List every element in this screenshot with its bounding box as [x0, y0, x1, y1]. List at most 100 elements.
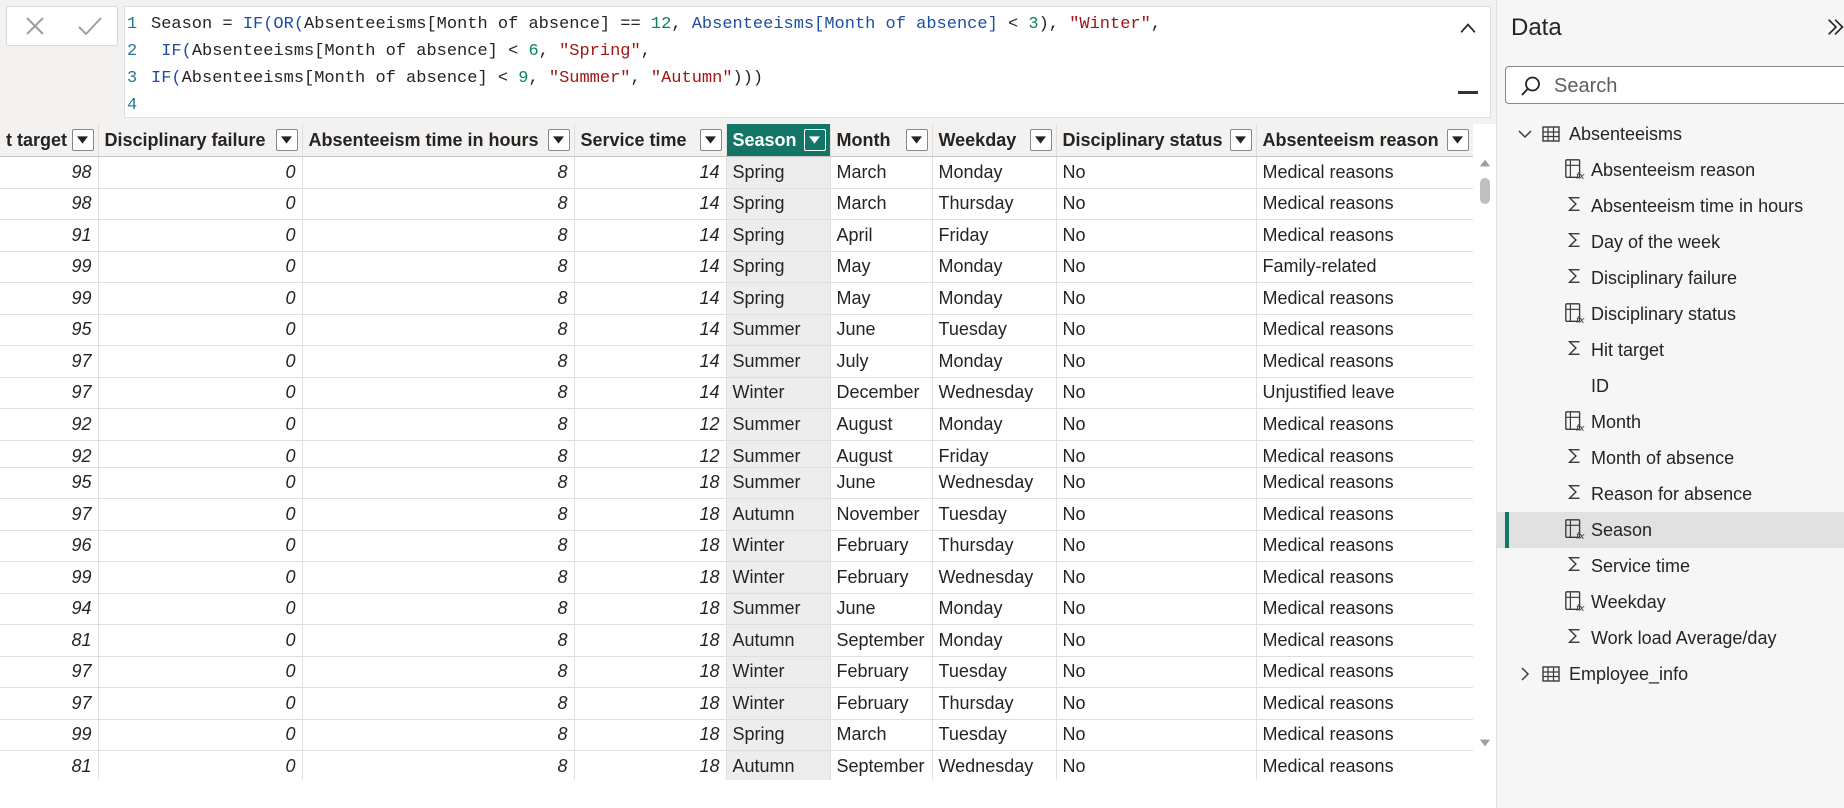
table-cell[interactable]: Tuesday	[932, 314, 1057, 346]
table-cell[interactable]: 14	[574, 251, 727, 283]
table-cell[interactable]: Winter	[726, 687, 831, 720]
table-cell[interactable]: 99	[0, 282, 99, 315]
table-cell[interactable]: 18	[574, 593, 727, 625]
table-cell[interactable]: 8	[302, 314, 575, 346]
table-cell[interactable]: Autumn	[726, 498, 831, 531]
table-cell[interactable]: Winter	[726, 656, 831, 688]
table-cell[interactable]: 0	[98, 251, 303, 283]
table-cell[interactable]: March	[830, 156, 933, 189]
table-node[interactable]: Employee_info	[1497, 656, 1844, 692]
table-cell[interactable]: May	[830, 282, 933, 315]
formula-line[interactable]: 4	[125, 92, 1161, 119]
table-cell[interactable]: 81	[0, 750, 99, 780]
table-cell[interactable]: Thursday	[932, 530, 1057, 562]
table-cell[interactable]: Medical reasons	[1256, 314, 1473, 346]
table-cell[interactable]: Medical reasons	[1256, 440, 1473, 468]
table-cell[interactable]: 18	[574, 498, 727, 531]
table-cell[interactable]: Summer	[726, 467, 831, 499]
table-cell[interactable]: 99	[0, 251, 99, 283]
vertical-scrollbar[interactable]	[1478, 156, 1492, 750]
table-cell[interactable]: Medical reasons	[1256, 750, 1473, 780]
table-cell[interactable]: Monday	[932, 282, 1057, 315]
table-cell[interactable]: 8	[302, 498, 575, 531]
collapse-pane-button[interactable]	[1825, 16, 1844, 40]
table-cell[interactable]: 8	[302, 282, 575, 315]
table-cell[interactable]: 95	[0, 314, 99, 346]
table-cell[interactable]: 91	[0, 219, 99, 252]
table-cell[interactable]: No	[1056, 750, 1257, 780]
table-cell[interactable]: 0	[98, 377, 303, 409]
column-filter-button[interactable]	[1229, 129, 1252, 151]
table-cell[interactable]: No	[1056, 377, 1257, 409]
table-cell[interactable]: 0	[98, 467, 303, 499]
table-cell[interactable]: Medical reasons	[1256, 561, 1473, 594]
column-filter-button[interactable]	[275, 129, 298, 151]
table-cell[interactable]: 8	[302, 561, 575, 594]
table-cell[interactable]: 8	[302, 188, 575, 220]
table-cell[interactable]: 8	[302, 408, 575, 441]
table-cell[interactable]: 8	[302, 530, 575, 562]
table-cell[interactable]: No	[1056, 530, 1257, 562]
table-cell[interactable]: 18	[574, 656, 727, 688]
table-cell[interactable]: 8	[302, 377, 575, 409]
column-filter-button[interactable]	[1029, 129, 1052, 151]
column-header[interactable]: Weekday	[932, 124, 1057, 157]
table-cell[interactable]: Wednesday	[932, 377, 1057, 409]
table-cell[interactable]: 97	[0, 656, 99, 688]
table-cell[interactable]: No	[1056, 467, 1257, 499]
table-cell[interactable]: August	[830, 408, 933, 441]
table-cell[interactable]: Friday	[932, 440, 1057, 468]
field-item[interactable]: Disciplinary failure	[1497, 260, 1844, 296]
table-cell[interactable]: Summer	[726, 345, 831, 378]
column-header[interactable]: t target	[0, 124, 99, 157]
table-cell[interactable]: 8	[302, 440, 575, 468]
column-header[interactable]: Disciplinary status	[1056, 124, 1257, 157]
table-cell[interactable]: Medical reasons	[1256, 408, 1473, 441]
table-cell[interactable]: Monday	[932, 251, 1057, 283]
table-cell[interactable]: 0	[98, 282, 303, 315]
table-cell[interactable]: No	[1056, 561, 1257, 594]
table-cell[interactable]: No	[1056, 282, 1257, 315]
table-cell[interactable]: No	[1056, 156, 1257, 189]
table-cell[interactable]: 8	[302, 156, 575, 189]
table-cell[interactable]: 0	[98, 719, 303, 751]
table-cell[interactable]: Summer	[726, 440, 831, 468]
column-filter-button[interactable]	[905, 129, 928, 151]
collapse-formula-button[interactable]	[1454, 17, 1482, 39]
table-cell[interactable]: 97	[0, 345, 99, 378]
table-cell[interactable]: 8	[302, 251, 575, 283]
table-cell[interactable]: 0	[98, 593, 303, 625]
table-cell[interactable]: No	[1056, 719, 1257, 751]
table-cell[interactable]: No	[1056, 498, 1257, 531]
table-cell[interactable]: 98	[0, 156, 99, 189]
table-cell[interactable]: Medical reasons	[1256, 467, 1473, 499]
table-cell[interactable]: Autumn	[726, 624, 831, 657]
table-cell[interactable]: 12	[574, 440, 727, 468]
table-cell[interactable]: May	[830, 251, 933, 283]
cancel-formula-button[interactable]	[7, 7, 62, 45]
formula-line[interactable]: 3 IF(Absenteeisms[Month of absence] < 9, …	[125, 65, 1161, 92]
column-header[interactable]: Absenteeism time in hours	[302, 124, 575, 157]
table-cell[interactable]: 98	[0, 188, 99, 220]
table-cell[interactable]: Medical reasons	[1256, 156, 1473, 189]
table-cell[interactable]: 0	[98, 345, 303, 378]
column-header[interactable]: Absenteeism reason	[1256, 124, 1473, 157]
table-cell[interactable]: November	[830, 498, 933, 531]
table-cell[interactable]: 8	[302, 719, 575, 751]
formula-scroll-indicator[interactable]	[1458, 91, 1478, 94]
field-item[interactable]: Absenteeism time in hours	[1497, 188, 1844, 224]
table-cell[interactable]: 14	[574, 345, 727, 378]
table-cell[interactable]: September	[830, 750, 933, 780]
table-cell[interactable]: Summer	[726, 314, 831, 346]
table-cell[interactable]: 8	[302, 345, 575, 378]
table-cell[interactable]: 0	[98, 408, 303, 441]
table-cell[interactable]: Medical reasons	[1256, 219, 1473, 252]
table-cell[interactable]: February	[830, 561, 933, 594]
table-cell[interactable]: Spring	[726, 719, 831, 751]
table-cell[interactable]: Thursday	[932, 687, 1057, 720]
column-header[interactable]: Season	[726, 124, 831, 157]
table-cell[interactable]: Medical reasons	[1256, 656, 1473, 688]
table-cell[interactable]: Wednesday	[932, 750, 1057, 780]
field-item[interactable]: Service time	[1497, 548, 1844, 584]
table-cell[interactable]: August	[830, 440, 933, 468]
